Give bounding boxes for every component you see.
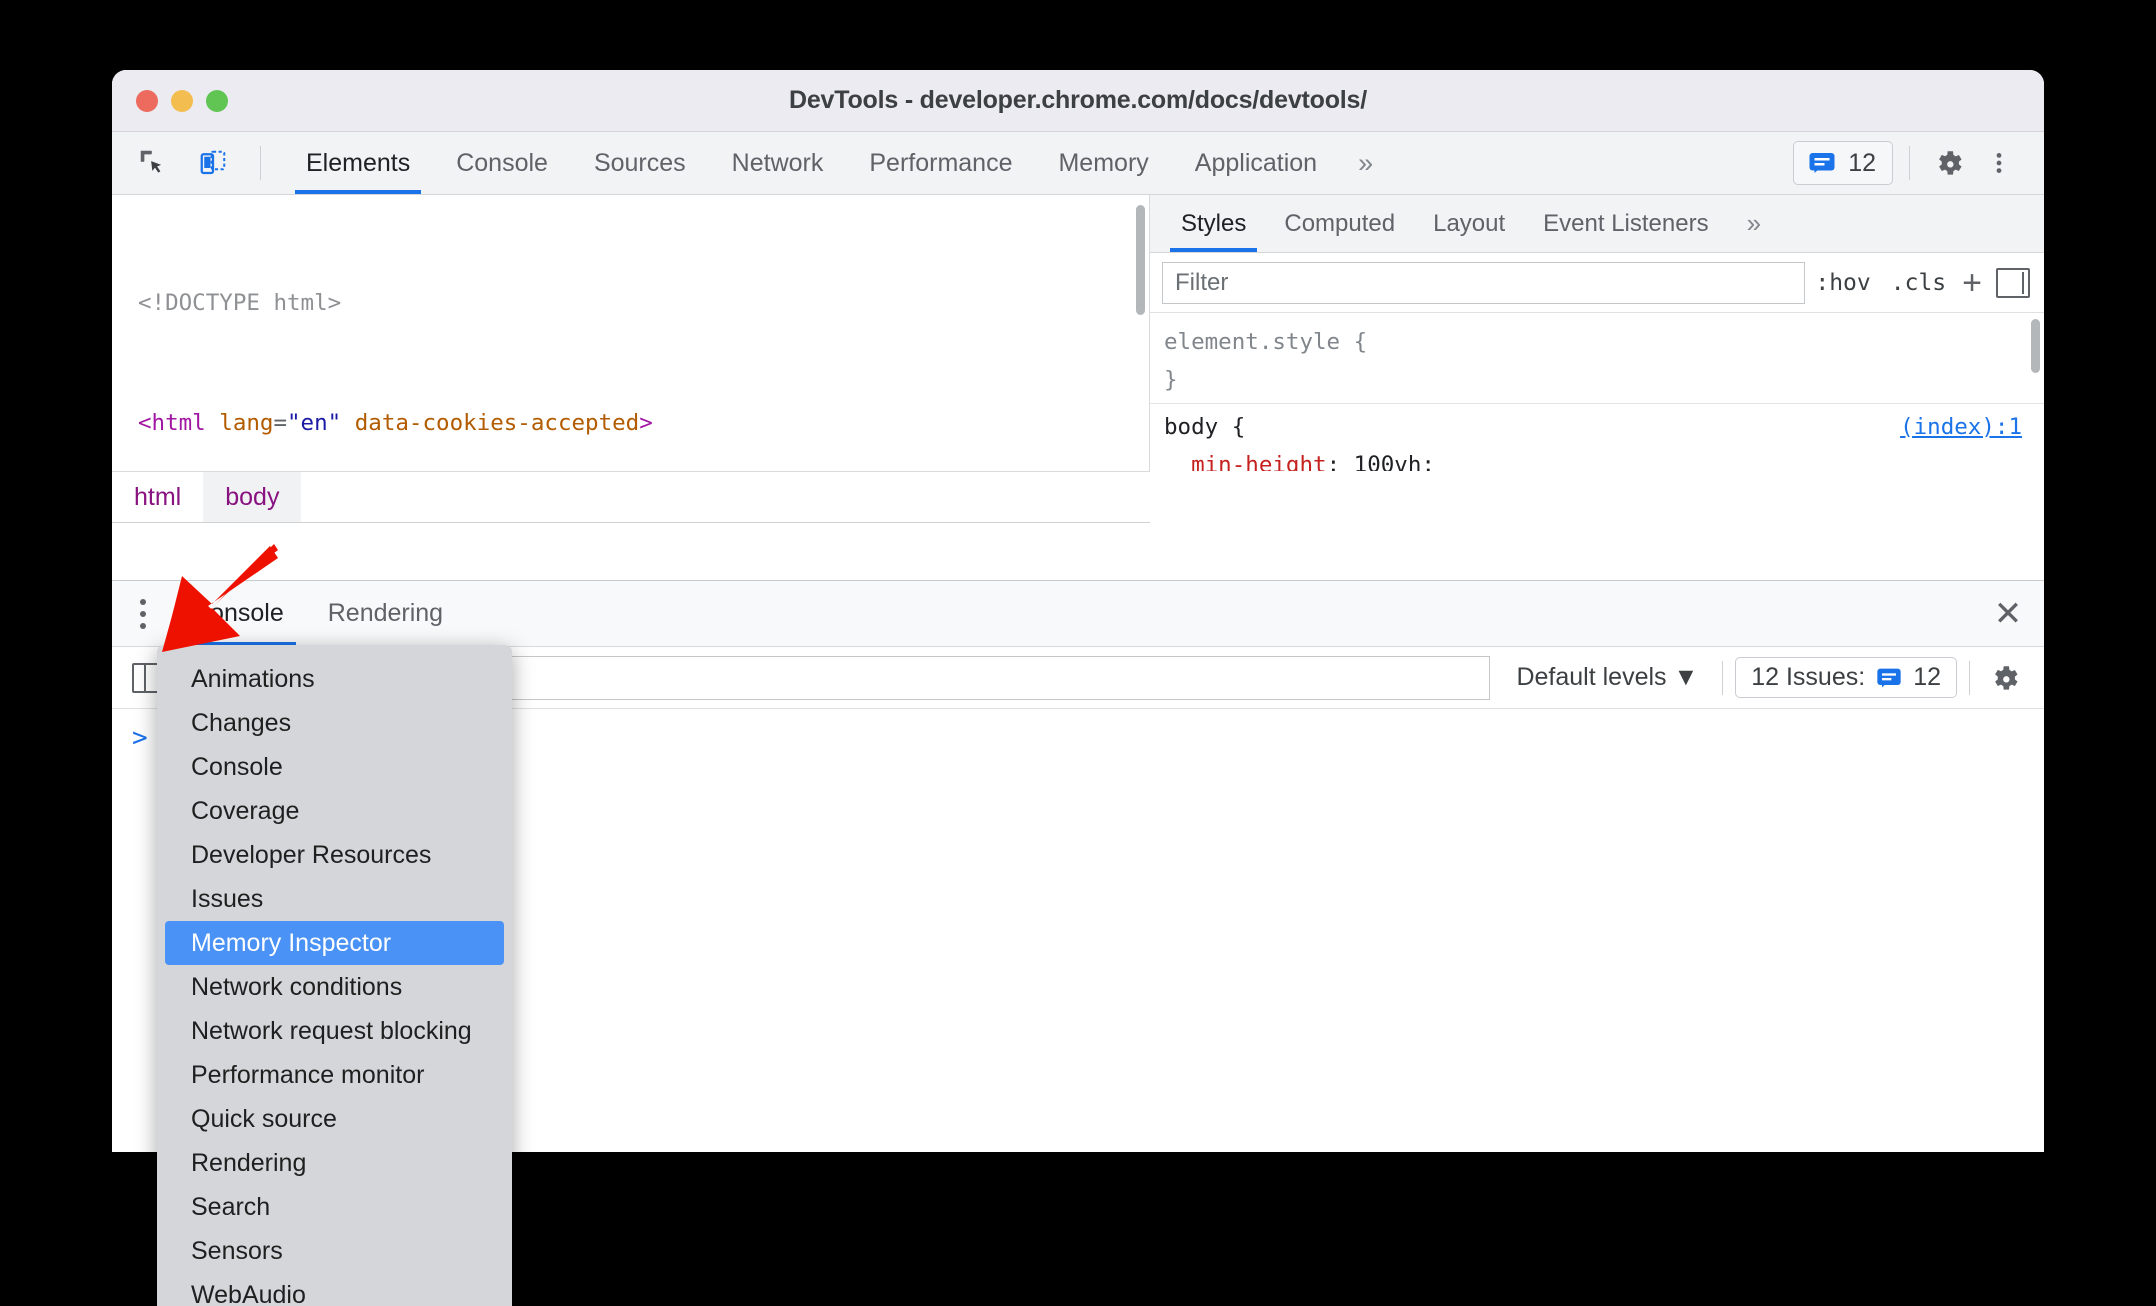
styles-scrollbar[interactable] — [2031, 319, 2040, 373]
elements-panel: <!DOCTYPE html> <html lang="en" data-coo… — [112, 195, 2044, 471]
css-source-link[interactable]: (index):1 — [1900, 408, 2022, 446]
drawer-more-tools-menu: Animations Changes Console Coverage Deve… — [157, 645, 512, 1306]
log-levels-dropdown[interactable]: Default levels ▼ — [1504, 663, 1710, 692]
breadcrumb-item-html[interactable]: html — [112, 472, 203, 522]
menu-item-developer-resources[interactable]: Developer Resources — [165, 833, 504, 877]
tab-layout[interactable]: Layout — [1414, 195, 1524, 252]
close-drawer-icon[interactable]: ✕ — [1972, 581, 2044, 646]
console-issues-label: 12 Issues: — [1751, 663, 1866, 691]
dom-line-html[interactable]: <html lang="en" data-cookies-accepted> — [112, 403, 1149, 443]
tab-network[interactable]: Network — [709, 132, 847, 194]
css-rule-body[interactable]: body { (index):1 min-height: 100vh; back… — [1150, 403, 2044, 471]
console-divider — [1722, 660, 1724, 695]
menu-item-console[interactable]: Console — [165, 745, 504, 789]
menu-item-memory-inspector[interactable]: Memory Inspector — [165, 921, 504, 965]
dom-tree: <!DOCTYPE html> <html lang="en" data-coo… — [112, 195, 1149, 471]
panel-tabs: Elements Console Sources Network Perform… — [283, 132, 1391, 194]
menu-item-sensors[interactable]: Sensors — [165, 1229, 504, 1273]
styles-tab-bar: Styles Computed Layout Event Listeners » — [1150, 195, 2044, 253]
css-rule-element-style[interactable]: element.style { } — [1150, 319, 2044, 403]
styles-filter-bar: Filter :hov .cls + — [1150, 253, 2044, 313]
red-pointer-arrow — [162, 544, 278, 652]
console-issues-button[interactable]: 12 Issues: 12 — [1735, 657, 1957, 698]
new-style-rule-button[interactable]: + — [1956, 266, 1988, 300]
toolbar-right-controls: 12 — [1793, 132, 2044, 194]
menu-item-network-conditions[interactable]: Network conditions — [165, 965, 504, 1009]
toolbar-left-icons — [112, 132, 283, 194]
menu-item-webaudio[interactable]: WebAudio — [165, 1273, 504, 1306]
gear-icon[interactable] — [1926, 140, 1972, 186]
cls-toggle-button[interactable]: .cls — [1881, 270, 1956, 296]
drawer-tab-bar: Console Rendering ✕ — [112, 581, 2044, 647]
css-closing-brace: } — [1164, 367, 1178, 393]
menu-item-changes[interactable]: Changes — [165, 701, 504, 745]
css-selector-body: body { — [1164, 414, 1246, 440]
screenshot-stage: DevTools - developer.chrome.com/docs/dev… — [0, 0, 2156, 1306]
window-title: DevTools - developer.chrome.com/docs/dev… — [789, 86, 1367, 114]
css-rule-header: body { (index):1 — [1164, 408, 2022, 446]
dom-tree-pane[interactable]: <!DOCTYPE html> <html lang="en" data-coo… — [112, 195, 1150, 471]
menu-item-rendering[interactable]: Rendering — [165, 1141, 504, 1185]
css-selector-element-style: element.style { — [1164, 329, 1368, 355]
styles-filter-input[interactable]: Filter — [1162, 261, 1806, 304]
breadcrumb: html body — [112, 471, 1150, 523]
chevron-down-icon: ▼ — [1673, 663, 1699, 691]
dom-tree-scrollbar[interactable] — [1136, 205, 1145, 315]
console-divider-2 — [1969, 660, 1970, 695]
issues-message-icon — [1809, 153, 1835, 173]
tab-elements[interactable]: Elements — [283, 132, 433, 194]
toolbar-divider — [260, 146, 261, 180]
hov-toggle-button[interactable]: :hov — [1805, 270, 1880, 296]
toolbar-divider-2 — [1909, 146, 1910, 180]
menu-item-animations[interactable]: Animations — [165, 657, 504, 701]
device-toolbar-icon[interactable] — [190, 140, 236, 186]
menu-item-search[interactable]: Search — [165, 1185, 504, 1229]
menu-item-quick-source[interactable]: Quick source — [165, 1097, 504, 1141]
console-settings-gear-icon[interactable] — [1982, 655, 2028, 701]
tab-styles[interactable]: Styles — [1162, 195, 1265, 252]
drawer-tab-rendering[interactable]: Rendering — [306, 581, 465, 646]
devtools-main-toolbar: Elements Console Sources Network Perform… — [112, 132, 2044, 195]
issues-badge-button[interactable]: 12 — [1793, 141, 1893, 185]
kebab-menu-icon[interactable] — [1976, 140, 2022, 186]
inspect-element-icon[interactable] — [130, 140, 176, 186]
breadcrumb-item-body[interactable]: body — [203, 472, 302, 522]
menu-item-issues[interactable]: Issues — [165, 877, 504, 921]
tab-memory[interactable]: Memory — [1035, 132, 1171, 194]
window-titlebar: DevTools - developer.chrome.com/docs/dev… — [112, 70, 2044, 132]
tab-application[interactable]: Application — [1172, 132, 1340, 194]
tab-console[interactable]: Console — [433, 132, 571, 194]
console-prompt-icon: > — [132, 723, 148, 753]
menu-item-coverage[interactable]: Coverage — [165, 789, 504, 833]
dom-line-doctype[interactable]: <!DOCTYPE html> — [112, 283, 1149, 323]
css-declaration-min-height[interactable]: min-height: 100vh; — [1164, 446, 2022, 471]
toggle-sidebar-icon[interactable] — [1996, 267, 2030, 298]
console-issues-count: 12 — [1913, 663, 1941, 691]
styles-more-tabs-chevron-icon[interactable]: » — [1728, 195, 1780, 252]
issues-message-icon-2 — [1877, 668, 1901, 687]
issues-count: 12 — [1848, 148, 1876, 177]
tab-event-listeners[interactable]: Event Listeners — [1524, 195, 1727, 252]
menu-item-network-request-blocking[interactable]: Network request blocking — [165, 1009, 504, 1053]
menu-item-performance-monitor[interactable]: Performance monitor — [165, 1053, 504, 1097]
more-tabs-chevron-icon[interactable]: » — [1340, 132, 1391, 194]
styles-rules-list: element.style { } body { (index):1 min-h… — [1150, 313, 2044, 471]
tab-performance[interactable]: Performance — [846, 132, 1035, 194]
styles-sidebar-pane: Styles Computed Layout Event Listeners »… — [1150, 195, 2044, 471]
tab-sources[interactable]: Sources — [571, 132, 709, 194]
tab-computed[interactable]: Computed — [1265, 195, 1414, 252]
